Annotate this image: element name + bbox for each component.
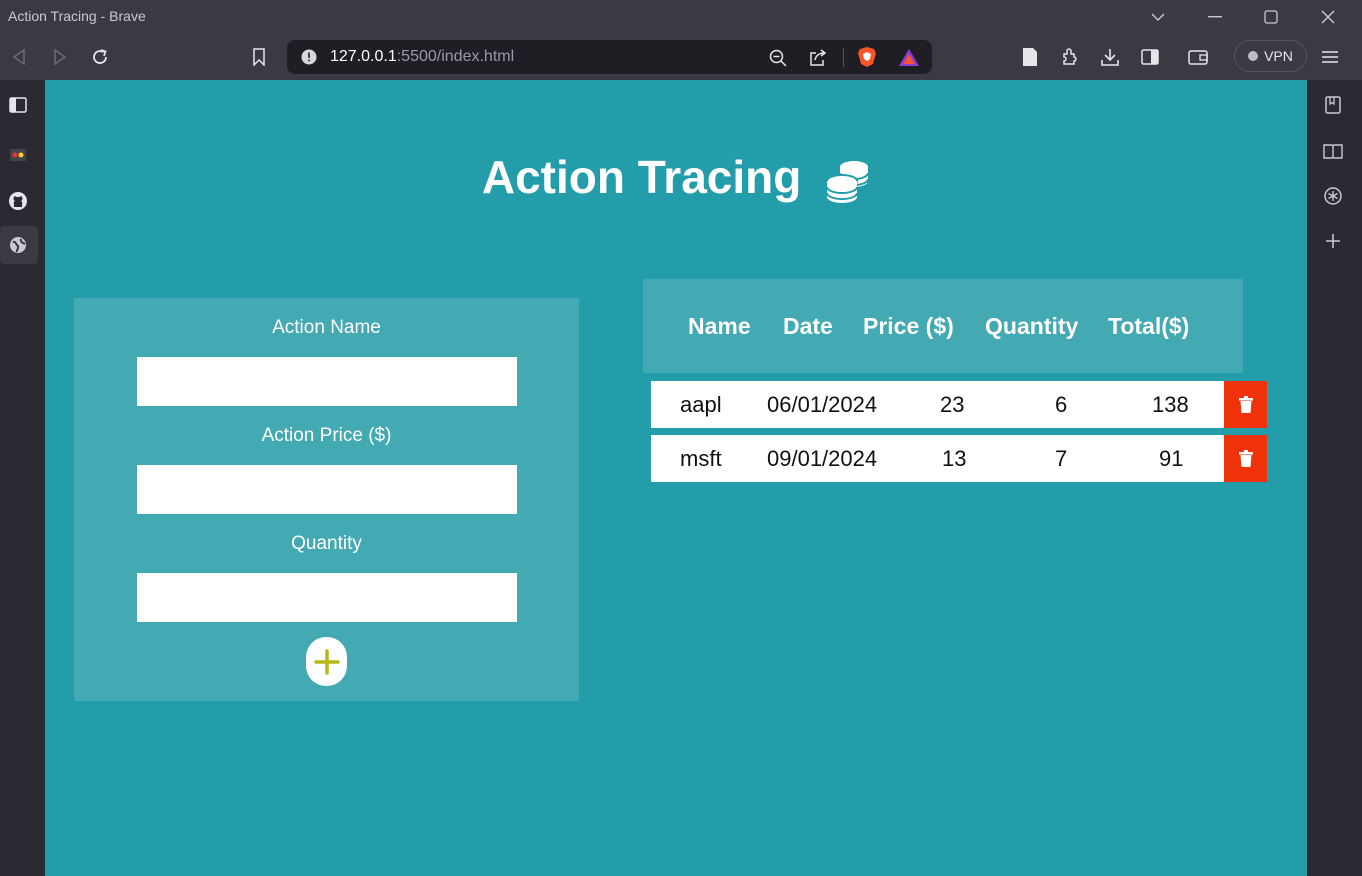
- table-header: Name Date Price ($) Quantity Total($): [643, 279, 1243, 373]
- page-heading: Action Tracing: [45, 150, 1307, 204]
- coins-icon: [826, 160, 870, 203]
- delete-row-button[interactable]: [1224, 435, 1267, 482]
- browser-toolbar: 127.0.0.1:5500/index.html VPN: [0, 34, 1362, 80]
- cell-quantity: 7: [1055, 446, 1068, 471]
- page-title: Action Tracing: [481, 151, 802, 203]
- cell-price: 13: [942, 446, 967, 471]
- cell-date: 09/01/2024: [767, 446, 878, 471]
- column-header-price: Price ($): [863, 313, 954, 339]
- reader-mode-icon[interactable]: [1015, 42, 1045, 72]
- vpn-label: VPN: [1264, 48, 1293, 64]
- right-sidebar: [1307, 80, 1362, 876]
- address-bar[interactable]: 127.0.0.1:5500/index.html: [287, 40, 932, 74]
- github-icon[interactable]: [3, 186, 33, 216]
- url-path: :5500/index.html: [396, 48, 515, 65]
- cell-price: 23: [940, 392, 965, 417]
- brave-shields-icon[interactable]: [857, 46, 877, 68]
- cell-total: 138: [1152, 392, 1189, 417]
- column-header-name: Name: [688, 313, 751, 339]
- brave-rewards-icon[interactable]: [898, 48, 920, 67]
- quantity-input[interactable]: [137, 573, 517, 622]
- minimize-icon[interactable]: [1187, 0, 1243, 34]
- cell-name: msft: [680, 446, 722, 471]
- url-divider: [843, 48, 844, 67]
- window-titlebar: Action Tracing - Brave: [0, 0, 1362, 34]
- leo-ai-icon[interactable]: [1318, 181, 1348, 211]
- url-text: 127.0.0.1:5500/index.html: [330, 48, 514, 66]
- close-icon[interactable]: [1300, 0, 1356, 34]
- sidebar-panel-icon[interactable]: [3, 90, 33, 120]
- trash-icon: [1238, 450, 1253, 467]
- action-price-label: Action Price ($): [261, 425, 392, 446]
- add-panel-icon[interactable]: [1318, 226, 1348, 256]
- bookmarks-panel-icon[interactable]: [1318, 90, 1348, 120]
- action-price-input[interactable]: [137, 465, 517, 514]
- page-content: Action Tracing Action Name Action Price …: [45, 80, 1307, 876]
- back-arrow-icon[interactable]: [4, 42, 34, 72]
- action-form: Action Name Action Price ($) Quantity: [74, 298, 579, 701]
- reading-list-icon[interactable]: [1318, 136, 1348, 166]
- app-shortcut-icon[interactable]: [3, 140, 33, 170]
- sidebar-active-item[interactable]: [0, 226, 38, 264]
- zoom-out-icon[interactable]: [769, 49, 787, 67]
- wallet-icon[interactable]: [1183, 42, 1213, 72]
- vpn-button[interactable]: VPN: [1234, 40, 1307, 72]
- url-host: 127.0.0.1: [330, 48, 397, 65]
- column-header-quantity: Quantity: [985, 313, 1079, 339]
- left-sidebar: [0, 80, 44, 876]
- tab-search-icon[interactable]: [1130, 0, 1186, 34]
- reload-icon[interactable]: [85, 42, 115, 72]
- window-title: Action Tracing - Brave: [8, 8, 146, 24]
- table-row: msft 09/01/2024 13 7 91: [651, 435, 1224, 482]
- vpn-status-icon: [1248, 51, 1259, 61]
- cell-total: 91: [1159, 446, 1184, 471]
- cell-date: 06/01/2024: [767, 392, 878, 417]
- menu-icon[interactable]: [1315, 42, 1345, 72]
- cell-quantity: 6: [1055, 392, 1068, 417]
- action-name-label: Action Name: [272, 317, 381, 338]
- bookmark-icon[interactable]: [244, 42, 274, 72]
- table-row: aapl 06/01/2024 23 6 138: [651, 381, 1224, 428]
- delete-row-button[interactable]: [1224, 381, 1267, 428]
- extensions-icon[interactable]: [1055, 42, 1085, 72]
- quantity-label: Quantity: [291, 533, 362, 554]
- action-name-input[interactable]: [137, 357, 517, 406]
- cell-name: aapl: [680, 392, 722, 417]
- site-info-icon[interactable]: [301, 49, 317, 65]
- share-icon[interactable]: [808, 48, 827, 67]
- trash-icon: [1238, 396, 1253, 413]
- forward-arrow-icon[interactable]: [45, 42, 75, 72]
- download-icon[interactable]: [1095, 42, 1125, 72]
- plus-icon: [313, 648, 340, 675]
- add-action-button[interactable]: [306, 637, 347, 686]
- column-header-total: Total($): [1108, 313, 1190, 339]
- maximize-icon[interactable]: [1243, 0, 1299, 34]
- sidebar-toggle-icon[interactable]: [1135, 42, 1165, 72]
- globe-icon: [10, 237, 26, 253]
- column-header-date: Date: [783, 313, 833, 339]
